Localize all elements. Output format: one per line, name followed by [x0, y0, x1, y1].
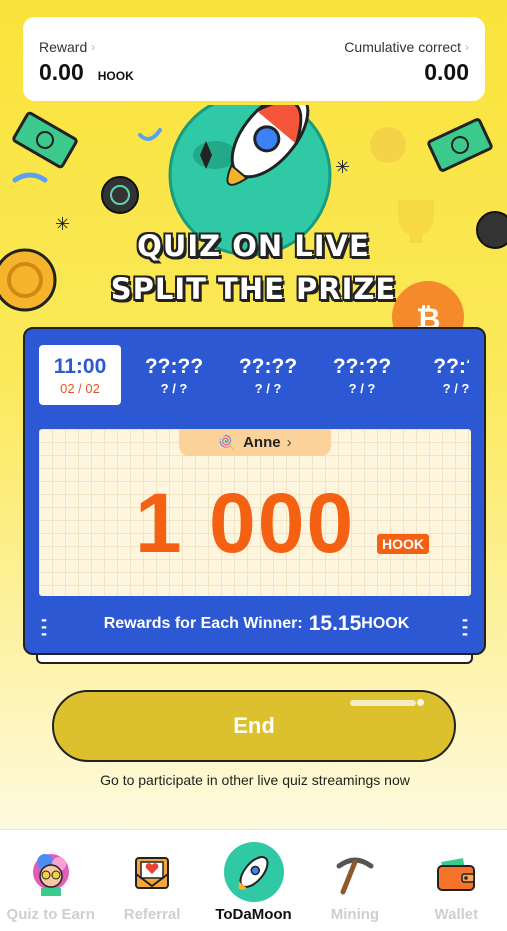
nav-todamoon[interactable]: ToDaMoon	[203, 830, 304, 931]
stats-card: Reward › 0.00 HOOK Cumulative correct › …	[23, 17, 485, 101]
nav-quiz-to-earn[interactable]: Quiz to Earn	[0, 830, 101, 931]
hero-title-line2: SPLIT THE PRIZE	[110, 272, 397, 306]
participate-hint: Go to participate in other live quiz str…	[100, 772, 410, 788]
rocket-icon	[223, 842, 284, 902]
dark-coin-icon	[101, 176, 139, 214]
hero-illustration: ₿ ✳ ✳ QUIZ ON LIVE SPLIT THE PRIZE	[0, 91, 507, 353]
reward-label: Reward	[39, 39, 88, 55]
quiz-card: 11:00 02 / 02 ??:?? ? / ? ??:?? ? / ? ??…	[23, 327, 486, 655]
session-tab[interactable]: ??:? ? / ?	[415, 345, 469, 405]
nav-label: Wallet	[434, 906, 479, 923]
chevron-right-icon: ›	[91, 40, 96, 54]
pickaxe-icon	[336, 857, 374, 895]
prize-unit: HOOK	[377, 534, 429, 554]
nav-label: ToDaMoon	[215, 906, 292, 923]
gold-coin-icon	[370, 127, 406, 163]
svg-text:₿: ₿	[416, 302, 440, 330]
nav-wallet[interactable]: Wallet	[406, 830, 507, 931]
reward-unit: HOOK	[97, 69, 134, 83]
money-bill-icon	[427, 118, 493, 172]
session-tab[interactable]: ??:?? ? / ?	[227, 345, 309, 405]
winner-value: 15.15	[308, 612, 362, 635]
winner-unit: HOOK	[361, 615, 410, 632]
money-bill-icon	[12, 111, 78, 169]
cumulative-stat[interactable]: Cumulative correct › 0.00	[344, 39, 469, 101]
winner-reward-line: Rewards for Each Winner: 15.15 HOOK	[25, 607, 484, 641]
cumulative-value: 0.00	[424, 59, 469, 85]
session-tab[interactable]: 11:00 02 / 02	[39, 345, 121, 405]
session-tabs: 11:00 02 / 02 ??:?? ? / ? ??:?? ? / ? ??…	[39, 345, 469, 405]
winner-label: Rewards for Each Winner:	[103, 615, 303, 632]
host-tag[interactable]: 🍭 Anne ›	[179, 429, 331, 456]
prize-amount: 1 000	[135, 476, 356, 570]
heart-envelope-icon	[135, 857, 170, 889]
reward-value: 0.00	[39, 59, 84, 85]
chevron-right-icon: ›	[286, 434, 292, 451]
wallet-icon	[437, 858, 476, 891]
bottom-nav: Quiz to Earn Referral ToDaMoon Mining Wa…	[0, 829, 507, 931]
nav-mining[interactable]: Mining	[304, 830, 405, 931]
hero-title-line1: QUIZ ON LIVE	[137, 229, 370, 263]
quiz-avatar-icon	[32, 854, 69, 896]
cumulative-label: Cumulative correct	[344, 39, 461, 55]
lollipop-icon: 🍭	[218, 434, 238, 452]
nav-label: Referral	[123, 906, 181, 923]
nav-referral[interactable]: Referral	[101, 830, 202, 931]
sparkle-icon: ✳	[335, 157, 350, 177]
host-name: Anne	[243, 434, 281, 451]
session-tab[interactable]: ??:?? ? / ?	[133, 345, 215, 405]
end-button[interactable]: End	[52, 690, 456, 762]
chevron-right-icon: ›	[465, 40, 469, 54]
session-tab[interactable]: ??:?? ? / ?	[321, 345, 403, 405]
end-button-label: End	[233, 713, 275, 738]
reward-stat[interactable]: Reward › 0.00 HOOK	[39, 39, 134, 101]
nav-label: Mining	[330, 906, 380, 923]
prize-panel: 🍭 Anne › 1 000 HOOK	[39, 429, 471, 596]
nav-label: Quiz to Earn	[6, 906, 95, 923]
